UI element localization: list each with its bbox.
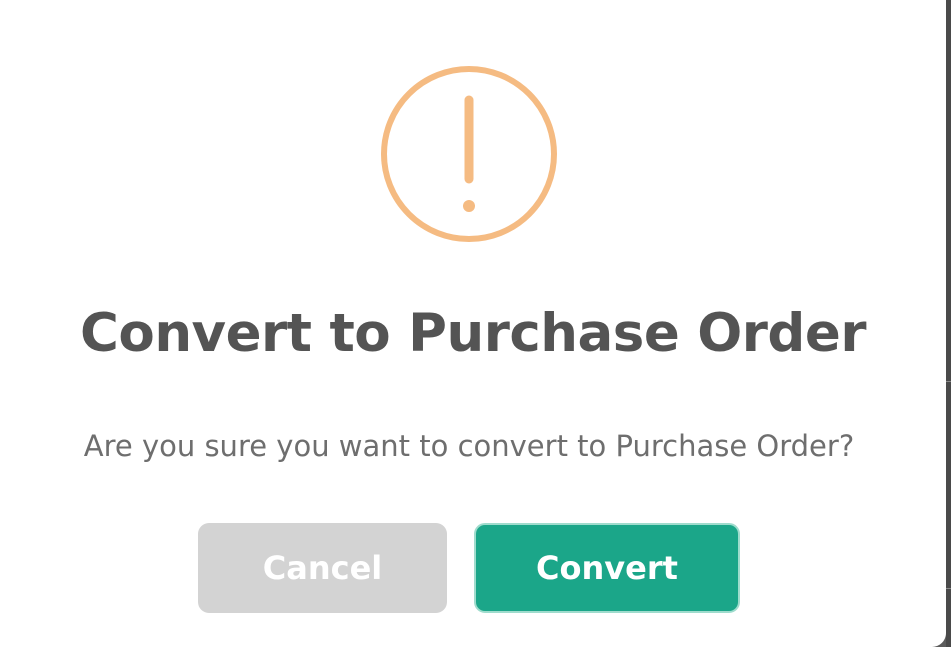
convert-button[interactable]: Convert [474, 523, 740, 613]
background-page-edge [946, 0, 951, 647]
warning-icon-container [380, 65, 558, 243]
cancel-button[interactable]: Cancel [198, 523, 447, 613]
background-divider [946, 588, 951, 589]
dialog-message: Are you sure you want to convert to Purc… [83, 429, 855, 463]
background-divider [946, 381, 951, 382]
dialog-title: Convert to Purchase Order [80, 303, 866, 364]
exclamation-circle-icon [381, 66, 557, 242]
confirm-dialog: Convert to Purchase Order Are you sure y… [0, 0, 946, 647]
